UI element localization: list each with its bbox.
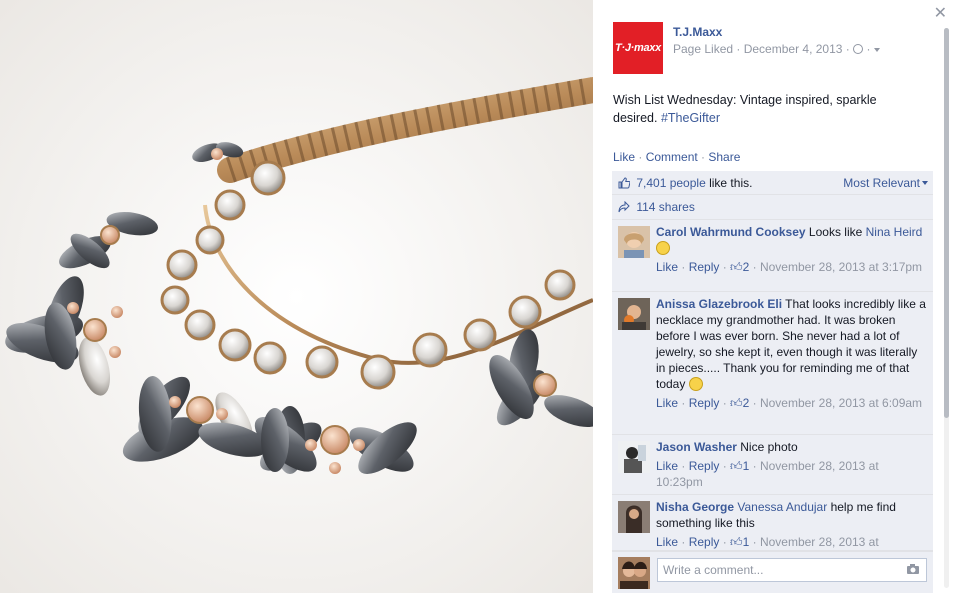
- likes-count-link[interactable]: 7,401 people: [636, 176, 705, 190]
- comment-reply-button[interactable]: Reply: [689, 459, 720, 473]
- comment-likes-count[interactable]: 1: [743, 535, 750, 549]
- like-button[interactable]: Like: [613, 150, 635, 164]
- comment-meta: Like · Reply · 👍︎1 · November 28, 2013 a…: [656, 459, 879, 489]
- comment-meta: Like · Reply · 👍︎2 · November 28, 2013 a…: [656, 260, 923, 274]
- necklace-image: [0, 0, 593, 593]
- comment-body: Carol Wahrmund Cooksey Looks like Nina H…: [656, 224, 928, 275]
- thumbs-up-icon: 👍︎: [730, 535, 743, 549]
- comment-time[interactable]: November 28, 2013 at: [760, 535, 879, 549]
- likes-suffix: like this.: [709, 176, 753, 190]
- post-date-link[interactable]: December 4, 2013: [744, 42, 843, 56]
- camera-icon[interactable]: [906, 563, 920, 575]
- comment-reply-button[interactable]: Reply: [689, 396, 720, 410]
- comment-author-link[interactable]: Anissa Glazebrook Eli: [656, 297, 782, 311]
- comment-placeholder: Write a comment...: [663, 563, 764, 577]
- comment-button[interactable]: Comment: [646, 150, 698, 164]
- comment-text: Nice photo: [740, 440, 798, 454]
- comment-reply-button[interactable]: Reply: [689, 535, 720, 549]
- thumbs-up-icon: 👍︎: [730, 459, 743, 473]
- share-button[interactable]: Share: [708, 150, 740, 164]
- comment-author-link[interactable]: Carol Wahrmund Cooksey: [656, 225, 806, 239]
- comment-like-button[interactable]: Like: [656, 535, 678, 549]
- scrollbar-thumb[interactable]: [944, 28, 949, 418]
- comment-author-link[interactable]: Jason Washer: [656, 440, 737, 454]
- avatar[interactable]: [618, 298, 650, 330]
- comment-likes-count[interactable]: 1: [743, 459, 750, 473]
- comment-like-button[interactable]: Like: [656, 260, 678, 274]
- post-header: T·J·maxx T.J.Maxx Page Liked · December …: [613, 22, 933, 74]
- comment-input[interactable]: Write a comment...: [657, 558, 927, 582]
- avatar[interactable]: [618, 501, 650, 533]
- post-actions: Like · Comment · Share: [613, 150, 741, 164]
- comment-author-link[interactable]: Nisha George: [656, 500, 734, 514]
- page-logo[interactable]: T·J·maxx: [613, 22, 663, 74]
- comment-item: Nisha George Vanessa Andujar help me fin…: [612, 495, 933, 551]
- share-arrow-icon: [618, 201, 630, 213]
- thumbs-up-icon: [618, 177, 630, 189]
- comment-body: Anissa Glazebrook Eli That looks incredi…: [656, 296, 928, 411]
- comment-item: Carol Wahrmund Cooksey Looks like Nina H…: [612, 220, 933, 292]
- shares-summary: 114 shares: [612, 195, 933, 220]
- tagged-user-link[interactable]: Nina Heird: [866, 225, 923, 239]
- comment-likes-count[interactable]: 2: [743, 396, 750, 410]
- post-message: Wish List Wednesday: Vintage inspired, s…: [613, 93, 877, 125]
- comment-item: Jason Washer Nice photo Like · Reply · 👍…: [612, 435, 933, 495]
- globe-icon: [853, 44, 864, 54]
- sort-label: Most Relevant: [843, 176, 920, 190]
- comment-text: Looks like: [808, 225, 863, 239]
- post-meta: Page Liked · December 4, 2013 · ·: [673, 42, 880, 56]
- smile-emoji-icon: [688, 377, 703, 391]
- comment-likes-count[interactable]: 2: [743, 260, 750, 274]
- comment-like-button[interactable]: Like: [656, 396, 678, 410]
- comment-body: Jason Washer Nice photo Like · Reply · 👍…: [656, 439, 928, 490]
- logo-text: T·J·maxx: [615, 42, 661, 54]
- post-text: Wish List Wednesday: Vintage inspired, s…: [613, 91, 923, 127]
- comment-body: Nisha George Vanessa Andujar help me fin…: [656, 499, 928, 550]
- sort-dropdown[interactable]: Most Relevant: [843, 176, 928, 190]
- likes-summary: 7,401 people like this. Most Relevant: [612, 171, 933, 195]
- page-name-link[interactable]: T.J.Maxx: [673, 25, 722, 39]
- avatar[interactable]: [618, 226, 650, 258]
- feedback-section: 7,401 people like this. Most Relevant 11…: [612, 171, 933, 593]
- shares-link[interactable]: 114 shares: [636, 200, 694, 214]
- comment-time[interactable]: November 28, 2013 at 6:09am: [760, 396, 922, 410]
- grin-emoji-icon: [656, 241, 670, 255]
- comment-meta: Like · Reply · 👍︎2 · November 28, 2013 a…: [656, 396, 923, 410]
- comment-like-button[interactable]: Like: [656, 459, 678, 473]
- comment-reply-button[interactable]: Reply: [689, 260, 720, 274]
- comment-composer: Write a comment...: [612, 551, 933, 593]
- chevron-down-icon: [922, 181, 928, 185]
- thumbs-up-icon: 👍︎: [730, 396, 743, 410]
- avatar[interactable]: [618, 441, 650, 473]
- comment-time[interactable]: November 28, 2013 at 3:17pm: [760, 260, 922, 274]
- caret-icon[interactable]: [873, 48, 880, 52]
- close-icon[interactable]: ✕: [934, 3, 947, 23]
- tagged-user-link[interactable]: Vanessa Andujar: [737, 500, 827, 514]
- page-status: Page Liked: [673, 42, 734, 56]
- comment-item: Anissa Glazebrook Eli That looks incredi…: [612, 292, 933, 435]
- hashtag-link[interactable]: #TheGifter: [661, 111, 720, 125]
- current-user-avatar[interactable]: [618, 557, 650, 589]
- comment-meta: Like · Reply · 👍︎1 · November 28, 2013 a…: [656, 535, 879, 549]
- photo-necklace[interactable]: [0, 0, 593, 593]
- thumbs-up-icon: 👍︎: [730, 260, 743, 274]
